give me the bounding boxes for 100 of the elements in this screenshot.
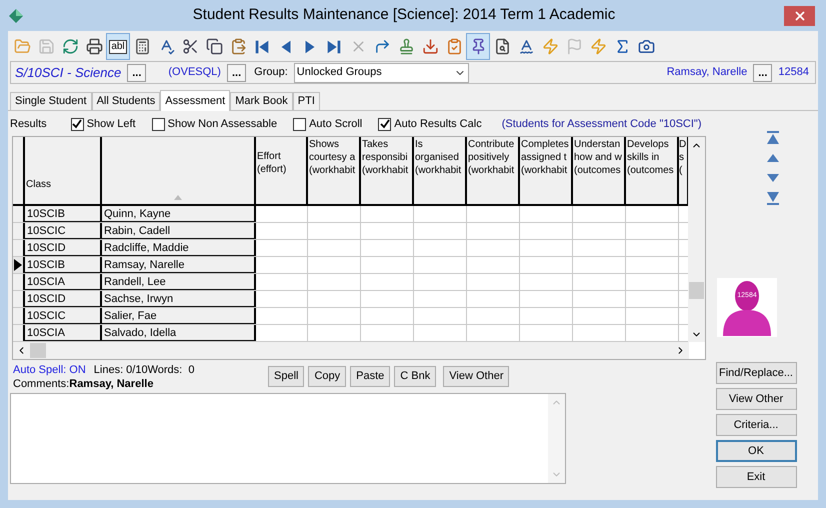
flag-icon	[566, 38, 582, 55]
horizontal-scrollbar[interactable]	[13, 342, 689, 359]
lines-count: Lines: 0/10	[94, 363, 148, 377]
ellipsis-button[interactable]: ...	[127, 64, 146, 82]
toolbar-button[interactable]	[466, 33, 490, 60]
lightning-icon	[542, 38, 558, 55]
clipboard-check-icon	[446, 38, 462, 55]
tab[interactable]: All Students	[92, 92, 160, 110]
checkmark-icon	[380, 119, 390, 129]
app-diamond-icon	[8, 8, 24, 24]
spellcheck-icon	[518, 38, 534, 55]
tab[interactable]: Assessment	[160, 90, 230, 111]
column-header[interactable]: Effort (effort)	[256, 137, 308, 204]
table-cell: 10SCIC	[25, 308, 102, 324]
table-cell: Salvado, Idella	[102, 325, 256, 341]
move-button[interactable]	[764, 130, 782, 146]
table-cell: Ramsay, Narelle	[102, 257, 256, 273]
column-header[interactable]: Contribute positively (workhabit	[467, 137, 520, 204]
comment-button[interactable]: Spell	[268, 366, 304, 387]
download-icon	[422, 38, 438, 55]
comments-field[interactable]	[10, 393, 566, 484]
table-cell: 10SCIC	[25, 223, 102, 239]
group-dropdown[interactable]: Unlocked Groups	[294, 62, 469, 82]
column-header[interactable]: Class	[25, 137, 102, 204]
checkbox-label: Auto Results Calc	[394, 116, 482, 132]
vertical-scrollbar[interactable]	[548, 394, 565, 483]
skip-back-icon	[253, 38, 271, 56]
source-label: (OVESQL)	[168, 65, 221, 80]
student-name: Ramsay, Narelle	[666, 65, 748, 80]
column-header[interactable]: Shows courtesy a (workhabit	[308, 137, 361, 204]
scissors-icon	[182, 38, 198, 55]
course-name: S/10SCI - Science	[15, 64, 122, 82]
checkbox-label: Show Left	[86, 116, 136, 132]
checkbox[interactable]	[293, 118, 306, 130]
checkbox-label: Auto Scroll	[309, 116, 362, 132]
copy-icon	[206, 38, 222, 55]
comments-label: Comments:	[13, 377, 70, 391]
stamp-icon	[398, 38, 414, 55]
table-cell: Salier, Fae	[102, 308, 256, 324]
ellipsis-button[interactable]: ...	[226, 64, 246, 82]
side-button[interactable]: Criteria...	[716, 414, 796, 436]
checkmark-icon	[72, 119, 82, 129]
comment-button[interactable]: Copy	[308, 366, 346, 387]
column-header[interactable]: Understan how and w (outcomes	[573, 137, 626, 204]
sort-arrow-icon	[174, 195, 182, 200]
comment-button[interactable]: C Bnk	[394, 366, 436, 387]
assessment-note: (Students for Assessment Code "10SCI")	[502, 116, 702, 132]
comment-button[interactable]: Paste	[350, 366, 390, 387]
side-button[interactable]: View Other	[716, 388, 796, 410]
side-button[interactable]: Exit	[716, 466, 796, 488]
tab[interactable]: Single Student	[10, 92, 92, 110]
column-header[interactable]: Takes responsibi (workhabit	[361, 137, 414, 204]
toolbar-button[interactable]: abl	[106, 33, 130, 60]
column-header[interactable]: Is organised (workhabit	[414, 137, 467, 204]
comments-student: Ramsay, Narelle	[69, 377, 154, 391]
folder-icon	[14, 38, 30, 55]
auto-spell-status: Auto Spell: ON	[13, 363, 86, 377]
tab[interactable]: PTI	[292, 92, 320, 110]
ellipsis-button[interactable]: ...	[753, 64, 772, 82]
student-id: 12584	[778, 65, 809, 80]
vertical-scrollbar[interactable]	[688, 137, 705, 342]
column-header[interactable]: Develops skills in (outcomes	[626, 137, 679, 204]
checkbox[interactable]	[378, 118, 392, 130]
tab[interactable]: Mark Book	[230, 92, 293, 110]
skip-forward-icon	[325, 38, 343, 56]
table-cell: 10SCID	[25, 240, 102, 256]
table-cell: 10SCIA	[25, 274, 102, 290]
table-cell: Randell, Lee	[102, 274, 256, 290]
scroll-thumb[interactable]	[689, 282, 704, 299]
table-cell: 10SCID	[25, 291, 102, 307]
save-icon	[38, 38, 54, 55]
printer-icon	[86, 38, 102, 55]
table-cell: 10SCIB	[25, 257, 102, 273]
calculator-icon	[134, 38, 150, 55]
refresh-icon	[62, 38, 78, 55]
close-icon	[792, 8, 806, 22]
group-label: Group:	[254, 65, 288, 80]
checkbox[interactable]	[70, 118, 84, 130]
column-header[interactable]: Completes assigned t (workhabit	[520, 137, 573, 204]
table-cell: Radcliffe, Maddie	[102, 240, 256, 256]
move-top-icon	[766, 131, 780, 145]
scroll-thumb[interactable]	[30, 343, 46, 358]
window-title: Student Results Maintenance [Science]: 2014 Term 1 Academic	[192, 5, 616, 26]
table-cell: 10SCIA	[25, 325, 102, 341]
close-button[interactable]	[784, 6, 815, 26]
comment-button[interactable]: View Other	[443, 366, 510, 387]
camera-icon	[638, 38, 654, 55]
table-cell: Quinn, Kayne	[102, 206, 256, 222]
checkbox[interactable]	[152, 118, 165, 130]
side-button[interactable]: Find/Replace...	[716, 362, 796, 384]
document-search-icon	[494, 38, 510, 55]
checkbox-label: Show Non Assessable	[168, 116, 278, 132]
side-button[interactable]: OK	[716, 440, 796, 462]
table-cell: Rabin, Cadell	[102, 223, 256, 239]
table-cell: 10SCIB	[25, 206, 102, 222]
move-bottom-icon	[766, 191, 780, 205]
paste-icon	[230, 38, 246, 55]
move-button[interactable]	[764, 190, 782, 206]
current-row-icon	[14, 259, 22, 271]
lightning-icon	[590, 38, 606, 55]
